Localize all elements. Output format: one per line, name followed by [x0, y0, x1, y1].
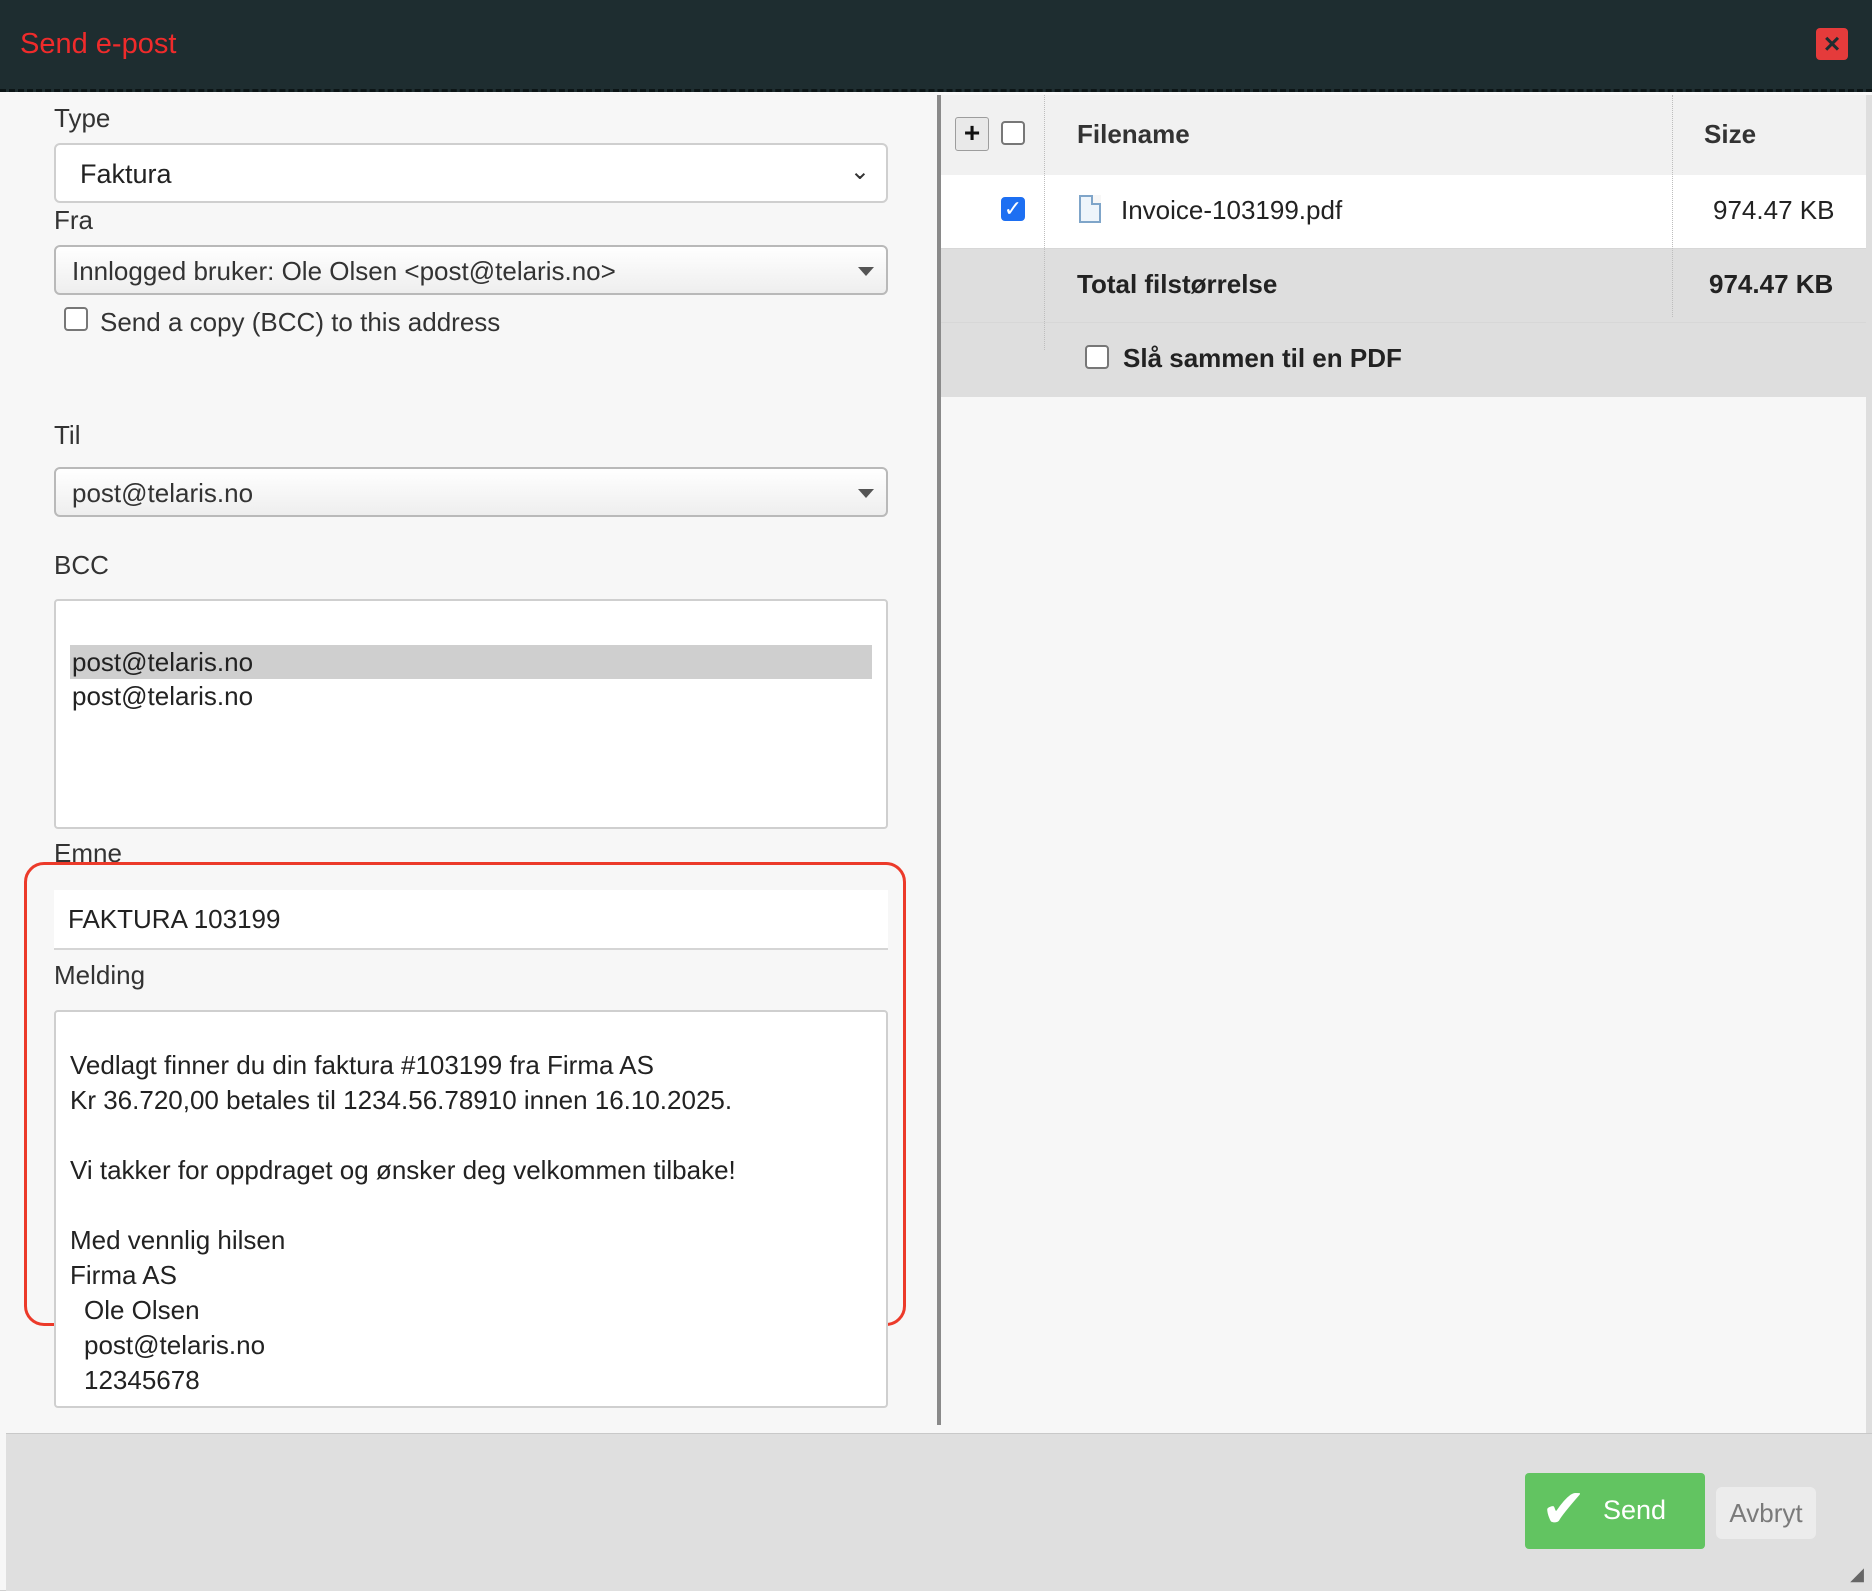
send-button[interactable]: ✔ Send: [1525, 1473, 1705, 1549]
from-select-value: Innlogged bruker: Ole Olsen <post@telari…: [72, 256, 616, 286]
merge-pdf-checkbox[interactable]: [1085, 345, 1109, 369]
total-label: Total filstørrelse: [1077, 269, 1278, 299]
message-line: Firma AS: [70, 1260, 177, 1290]
list-item[interactable]: post@telaris.no: [70, 645, 872, 679]
table-row[interactable]: ✓ Invoice-103199.pdf 974.47 KB: [941, 175, 1866, 249]
attachments-header: + Filename Size: [941, 95, 1866, 176]
merge-pdf-label: Slå sammen til en PDF: [1123, 343, 1402, 373]
message-line: post@telaris.no: [84, 1330, 266, 1360]
dropdown-arrow-icon: [858, 267, 874, 276]
bcc-listbox[interactable]: post@telaris.no post@telaris.no: [54, 599, 888, 829]
select-all-checkbox[interactable]: [1001, 121, 1025, 145]
add-attachment-button[interactable]: +: [955, 117, 989, 151]
to-select[interactable]: post@telaris.no: [54, 467, 888, 517]
file-checkbox[interactable]: ✓: [1001, 197, 1025, 221]
send-email-dialog: Send e-post × Type Faktura ⌄ Fra Innlogg…: [0, 0, 1872, 1591]
message-label: Melding: [54, 960, 146, 990]
from-select[interactable]: Innlogged bruker: Ole Olsen <post@telari…: [54, 245, 888, 295]
column-divider: [1044, 95, 1045, 350]
type-select[interactable]: Faktura ⌄: [54, 143, 888, 203]
dialog-title: Send e-post: [20, 28, 177, 60]
message-line: Kr 36.720,00 betales til 1234.56.78910 i…: [70, 1085, 733, 1115]
message-line: Med vennlig hilsen: [70, 1225, 286, 1255]
bcc-copy-label: Send a copy (BCC) to this address: [100, 307, 501, 337]
message-textarea[interactable]: Vedlagt finner du din faktura #103199 fr…: [54, 1010, 888, 1408]
column-divider: [1672, 95, 1673, 317]
attachments-panel: + Filename Size ✓ Invoice-103199.pdf 974…: [941, 95, 1872, 1433]
total-size: 974.47 KB: [1709, 269, 1834, 299]
dialog-footer: ✔ Send Avbryt ◢: [6, 1433, 1872, 1591]
scrollbar[interactable]: [1866, 95, 1872, 1433]
dialog-titlebar: Send e-post ×: [0, 0, 1872, 92]
close-icon[interactable]: ×: [1816, 28, 1848, 60]
list-item[interactable]: post@telaris.no: [70, 679, 872, 713]
column-header-size[interactable]: Size: [1704, 119, 1756, 150]
resize-handle-icon[interactable]: ◢: [1850, 1564, 1864, 1585]
bcc-label: BCC: [54, 550, 109, 580]
to-select-value: post@telaris.no: [72, 478, 254, 508]
table-row-merge: Slå sammen til en PDF: [941, 323, 1866, 397]
send-button-label: Send: [1603, 1495, 1667, 1525]
checkmark-icon: ✔: [1541, 1479, 1587, 1539]
type-select-value: Faktura: [80, 159, 172, 189]
bcc-copy-checkbox[interactable]: [64, 307, 88, 331]
message-line: Ole Olsen: [84, 1295, 200, 1325]
type-label: Type: [54, 103, 111, 133]
message-line: Vedlagt finner du din faktura #103199 fr…: [70, 1050, 654, 1080]
cancel-button[interactable]: Avbryt: [1716, 1487, 1816, 1539]
chevron-down-icon: ⌄: [849, 158, 870, 185]
from-label: Fra: [54, 205, 93, 235]
message-line: Vi takker for oppdraget og ønsker deg ve…: [70, 1155, 736, 1185]
message-line: 12345678: [84, 1365, 200, 1395]
file-name[interactable]: Invoice-103199.pdf: [1121, 195, 1342, 226]
to-label: Til: [54, 420, 81, 450]
file-size: 974.47 KB: [1713, 195, 1835, 225]
column-header-filename[interactable]: Filename: [1077, 119, 1190, 150]
table-row-total: Total filstørrelse 974.47 KB: [941, 249, 1866, 323]
dropdown-arrow-icon: [858, 489, 874, 498]
file-icon: [1079, 195, 1101, 223]
